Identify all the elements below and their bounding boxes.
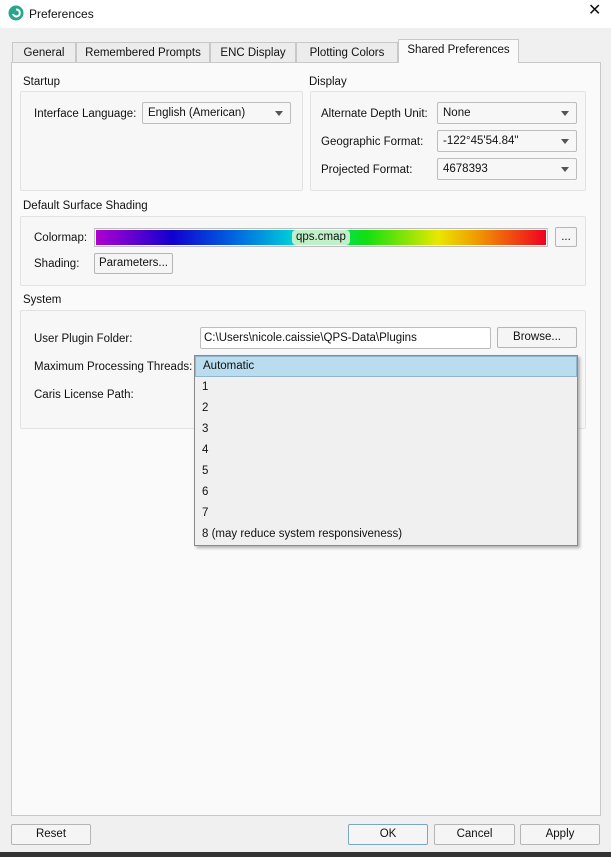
chevron-down-icon — [561, 167, 569, 172]
threads-option-8[interactable]: 8 (may reduce system responsiveness) — [195, 524, 577, 545]
parameters-button[interactable]: Parameters... — [94, 253, 173, 274]
colormap-name: qps.cmap — [292, 230, 350, 245]
ok-button[interactable]: OK — [348, 824, 428, 845]
threads-option-1[interactable]: 1 — [195, 377, 577, 398]
colormap-label: Colormap: — [34, 232, 88, 244]
combo-value: -122°45'54.84" — [443, 135, 519, 147]
tab-general[interactable]: General — [12, 42, 76, 63]
threads-dropdown-list[interactable]: Automatic 1 2 3 4 5 6 7 8 (may reduce sy… — [194, 355, 578, 546]
colormap-bar[interactable]: qps.cmap — [94, 228, 548, 247]
window-title: Preferences — [29, 7, 94, 21]
threads-label: Maximum Processing Threads: — [34, 361, 193, 373]
chevron-down-icon — [275, 111, 283, 116]
geo-format-combo[interactable]: -122°45'54.84" — [437, 130, 577, 152]
title-bar: Preferences ✕ — [0, 0, 611, 28]
interface-language-label: Interface Language: — [34, 108, 137, 120]
geo-format-label: Geographic Format: — [321, 136, 424, 148]
combo-value: 4678393 — [443, 163, 488, 175]
threads-option-4[interactable]: 4 — [195, 440, 577, 461]
interface-language-combo[interactable]: English (American) — [142, 102, 291, 124]
app-icon — [8, 5, 24, 21]
threads-option-6[interactable]: 6 — [195, 482, 577, 503]
system-heading: System — [23, 294, 62, 306]
close-icon[interactable]: ✕ — [588, 3, 601, 19]
threads-option-2[interactable]: 2 — [195, 398, 577, 419]
startup-heading: Startup — [23, 76, 61, 88]
license-path-label: Caris License Path: — [34, 389, 134, 401]
colormap-browse-button[interactable]: ... — [555, 227, 577, 247]
display-heading: Display — [309, 76, 347, 88]
reset-button[interactable]: Reset — [11, 824, 91, 845]
cancel-button[interactable]: Cancel — [434, 824, 515, 845]
combo-value: English (American) — [148, 107, 246, 119]
threads-option-automatic[interactable]: Automatic — [195, 356, 577, 377]
plugin-folder-label: User Plugin Folder: — [34, 333, 133, 345]
threads-option-3[interactable]: 3 — [195, 419, 577, 440]
proj-format-label: Projected Format: — [321, 164, 413, 176]
tab-enc-display[interactable]: ENC Display — [210, 42, 296, 63]
tab-plotting-colors[interactable]: Plotting Colors — [296, 42, 398, 63]
tab-shared-preferences[interactable]: Shared Preferences — [398, 39, 519, 63]
combo-value: None — [443, 107, 471, 119]
apply-button[interactable]: Apply — [520, 824, 600, 845]
plugin-folder-input[interactable]: C:\Users\nicole.caissie\QPS-Data\Plugins — [200, 327, 491, 349]
threads-option-5[interactable]: 5 — [195, 461, 577, 482]
proj-format-combo[interactable]: 4678393 — [437, 158, 577, 180]
alt-depth-combo[interactable]: None — [437, 102, 577, 124]
alt-depth-label: Alternate Depth Unit: — [321, 108, 428, 120]
tab-remembered-prompts[interactable]: Remembered Prompts — [76, 42, 210, 63]
threads-option-7[interactable]: 7 — [195, 503, 577, 524]
shading-label: Shading: — [34, 258, 80, 270]
shading-heading: Default Surface Shading — [23, 200, 148, 212]
shading-group — [20, 216, 586, 286]
plugin-browse-button[interactable]: Browse... — [497, 327, 577, 348]
chevron-down-icon — [561, 139, 569, 144]
chevron-down-icon — [561, 111, 569, 116]
taskbar-edge — [0, 852, 611, 857]
